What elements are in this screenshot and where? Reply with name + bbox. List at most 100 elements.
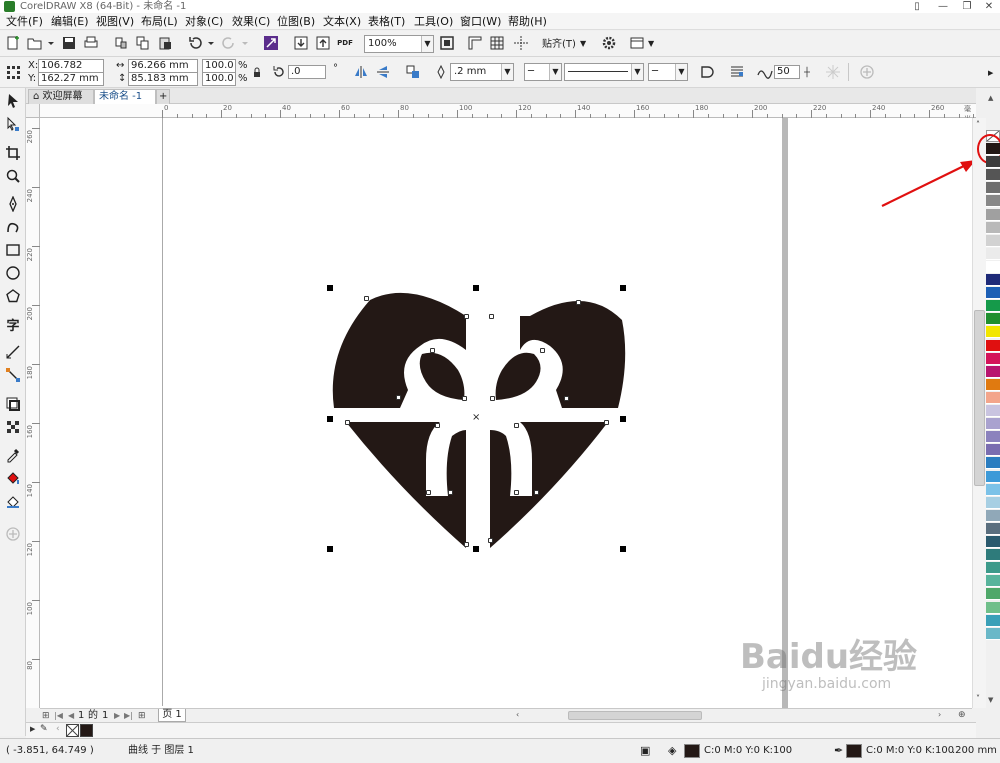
docpal-eyedropper-icon[interactable]: ✎ (40, 724, 48, 734)
import-icon[interactable] (292, 34, 310, 52)
path-node[interactable] (464, 542, 469, 547)
selection-handle-top[interactable] (473, 285, 479, 291)
path-node[interactable] (514, 423, 519, 428)
docpal-no-color[interactable] (66, 724, 79, 737)
prev-page-icon[interactable]: ◀ (68, 710, 74, 722)
launcher-dropdown-icon[interactable]: ▼ (648, 38, 654, 50)
start-arrowhead-dropdown[interactable]: ─ ▼ (524, 63, 562, 81)
line-style-dropdown[interactable]: ▼ (564, 63, 644, 81)
color-swatch[interactable] (986, 627, 1000, 640)
color-swatch[interactable] (986, 444, 1000, 457)
selection-handle-bottom-right[interactable] (620, 546, 626, 552)
scroll-up-icon[interactable]: ˄ (976, 120, 980, 129)
color-swatch[interactable] (986, 247, 1000, 260)
vertical-ruler[interactable]: 260 240 220 200 180 160 140 120 100 80 (26, 118, 40, 708)
page-tab[interactable]: 页 1 (158, 709, 186, 722)
color-swatch[interactable] (986, 575, 1000, 588)
options-gear-icon[interactable] (600, 34, 618, 52)
color-swatch[interactable] (986, 313, 1000, 326)
color-swatch[interactable] (986, 601, 1000, 614)
color-swatch[interactable] (986, 522, 1000, 535)
path-node[interactable] (430, 348, 435, 353)
path-node[interactable] (490, 396, 495, 401)
fill-color-swatch[interactable] (684, 744, 700, 758)
menu-help[interactable]: 帮助(H) (508, 14, 547, 29)
color-swatch[interactable] (986, 143, 1000, 155)
outline-pen-status-icon[interactable]: ✒ (834, 745, 843, 757)
color-swatch[interactable] (986, 352, 1000, 365)
color-swatch[interactable] (986, 156, 1000, 169)
hscroll-right-icon[interactable]: › (938, 709, 941, 721)
selection-handle-left[interactable] (327, 416, 333, 422)
cut-icon[interactable] (112, 34, 130, 52)
path-node[interactable] (576, 300, 581, 305)
add-page-before-icon[interactable]: ⊞ (42, 710, 50, 722)
minimize-button[interactable]: — (934, 0, 952, 13)
drop-shadow-icon[interactable] (4, 395, 22, 413)
color-swatch[interactable] (986, 536, 1000, 548)
paste-icon[interactable] (156, 34, 174, 52)
menu-bitmap[interactable]: 位图(B) (277, 14, 315, 29)
selection-handle-top-right[interactable] (620, 285, 626, 291)
interactive-fill-icon[interactable] (4, 469, 22, 487)
snap-dropdown-icon[interactable]: ▼ (580, 38, 586, 50)
last-page-icon[interactable]: ▶| (124, 710, 133, 722)
snap-to-label[interactable]: 贴齐(T) (542, 39, 576, 51)
freehand-tool-icon[interactable] (4, 195, 22, 213)
redo-dropdown-icon[interactable] (236, 34, 254, 52)
menu-view[interactable]: 视图(V) (96, 14, 134, 29)
menu-text[interactable]: 文本(X) (323, 14, 361, 29)
path-node[interactable] (426, 490, 431, 495)
add-tool-icon[interactable] (4, 525, 22, 543)
parallel-dimension-icon[interactable] (4, 343, 22, 361)
color-swatch[interactable] (986, 588, 1000, 601)
zoom-level-dropdown[interactable]: 100% ▼ (364, 35, 434, 53)
color-swatch[interactable] (986, 326, 1000, 339)
path-node[interactable] (488, 538, 493, 543)
object-origin-icon[interactable] (4, 63, 22, 81)
zoom-navigator-icon[interactable]: ⊕ (958, 709, 966, 721)
color-swatch[interactable] (986, 287, 1000, 300)
selection-handle-top-left[interactable] (327, 285, 333, 291)
menu-object[interactable]: 对象(C) (185, 14, 223, 29)
horizontal-ruler[interactable]: 020406080100120140160180200220240260毫米 (40, 104, 976, 123)
scale-y-input[interactable]: 100.0 (202, 72, 236, 86)
color-swatch[interactable] (986, 418, 1000, 431)
menu-tools[interactable]: 工具(O) (414, 14, 453, 29)
rotation-input[interactable]: .0 (288, 65, 326, 79)
path-node[interactable] (489, 314, 494, 319)
scale-x-input[interactable]: 100.0 (202, 59, 236, 73)
hscroll-left-icon[interactable]: ‹ (516, 709, 519, 721)
color-swatch[interactable] (986, 562, 1000, 575)
connector-tool-icon[interactable] (4, 366, 22, 384)
close-curve-icon[interactable] (698, 63, 716, 81)
pick-tool-icon[interactable] (4, 92, 22, 110)
color-swatch[interactable] (986, 614, 1000, 627)
first-page-icon[interactable]: |◀ (54, 710, 63, 722)
fill-bucket-icon[interactable]: ◈ (668, 745, 676, 757)
docpal-menu-icon[interactable]: ▶ (30, 725, 35, 733)
selection-handle-bottom-left[interactable] (327, 546, 333, 552)
outline-color-swatch[interactable] (846, 744, 862, 758)
full-screen-icon[interactable] (438, 34, 456, 52)
text-tool-icon[interactable]: 字 (4, 315, 22, 334)
color-proof-icon[interactable]: ▣ (640, 745, 650, 757)
menu-window[interactable]: 窗口(W) (460, 14, 501, 29)
color-swatch[interactable] (986, 339, 1000, 352)
add-page-after-icon[interactable]: ⊞ (138, 710, 146, 722)
lock-ratio-icon[interactable] (248, 63, 266, 81)
add-tab-icon[interactable]: + (156, 89, 170, 104)
scroll-down-icon[interactable]: ˅ (976, 694, 980, 703)
path-node[interactable] (464, 314, 469, 319)
search-content-icon[interactable] (262, 34, 280, 52)
tab-document[interactable]: 未命名 -1 (94, 89, 156, 104)
zoom-tool-icon[interactable] (4, 167, 22, 185)
palette-scroll-down-icon[interactable]: ▼ (988, 696, 993, 704)
color-swatch[interactable] (986, 378, 1000, 391)
color-swatch[interactable] (986, 405, 1000, 417)
maximize-button[interactable]: ❐ (958, 0, 976, 13)
menu-effects[interactable]: 效果(C) (232, 14, 270, 29)
end-arrowhead-dropdown[interactable]: ─ ▼ (648, 63, 688, 81)
mirror-vertical-icon[interactable] (374, 63, 392, 81)
tab-welcome-screen[interactable]: ⌂ 欢迎屏幕 (28, 89, 94, 104)
